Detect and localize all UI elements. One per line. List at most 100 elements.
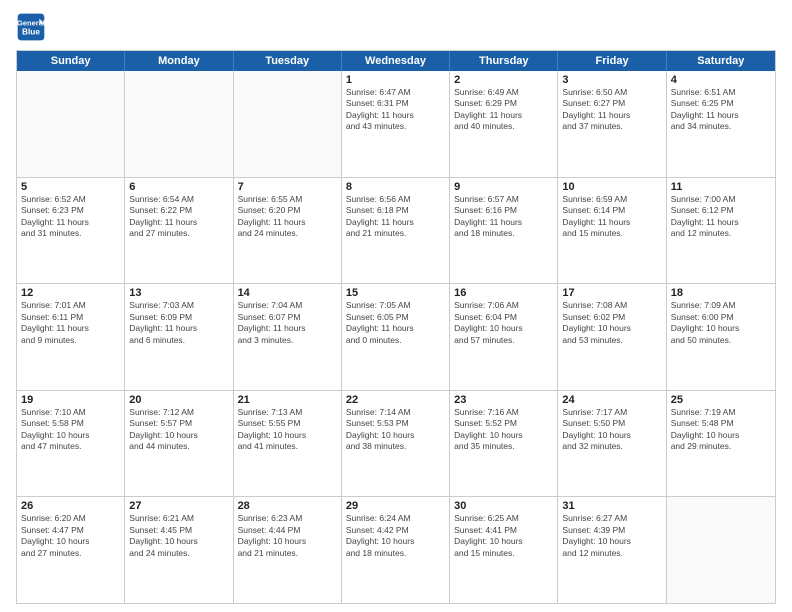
day-header-saturday: Saturday [667, 51, 775, 71]
day-cell: 29Sunrise: 6:24 AM Sunset: 4:42 PM Dayli… [342, 497, 450, 603]
day-cell: 26Sunrise: 6:20 AM Sunset: 4:47 PM Dayli… [17, 497, 125, 603]
day-cell: 15Sunrise: 7:05 AM Sunset: 6:05 PM Dayli… [342, 284, 450, 390]
day-cell: 31Sunrise: 6:27 AM Sunset: 4:39 PM Dayli… [558, 497, 666, 603]
day-info: Sunrise: 6:47 AM Sunset: 6:31 PM Dayligh… [346, 87, 445, 133]
day-info: Sunrise: 7:16 AM Sunset: 5:52 PM Dayligh… [454, 407, 553, 453]
day-info: Sunrise: 6:54 AM Sunset: 6:22 PM Dayligh… [129, 194, 228, 240]
day-cell: 23Sunrise: 7:16 AM Sunset: 5:52 PM Dayli… [450, 391, 558, 497]
day-number: 12 [21, 287, 120, 299]
day-number: 30 [454, 500, 553, 512]
svg-text:Blue: Blue [22, 27, 40, 37]
day-number: 17 [562, 287, 661, 299]
day-info: Sunrise: 6:23 AM Sunset: 4:44 PM Dayligh… [238, 513, 337, 559]
day-info: Sunrise: 7:13 AM Sunset: 5:55 PM Dayligh… [238, 407, 337, 453]
day-number: 13 [129, 287, 228, 299]
day-cell: 10Sunrise: 6:59 AM Sunset: 6:14 PM Dayli… [558, 178, 666, 284]
day-number: 28 [238, 500, 337, 512]
day-info: Sunrise: 7:04 AM Sunset: 6:07 PM Dayligh… [238, 300, 337, 346]
day-info: Sunrise: 7:01 AM Sunset: 6:11 PM Dayligh… [21, 300, 120, 346]
day-cell: 27Sunrise: 6:21 AM Sunset: 4:45 PM Dayli… [125, 497, 233, 603]
day-cell: 3Sunrise: 6:50 AM Sunset: 6:27 PM Daylig… [558, 71, 666, 177]
day-cell [125, 71, 233, 177]
day-number: 23 [454, 394, 553, 406]
day-cell [667, 497, 775, 603]
day-info: Sunrise: 7:06 AM Sunset: 6:04 PM Dayligh… [454, 300, 553, 346]
day-info: Sunrise: 6:51 AM Sunset: 6:25 PM Dayligh… [671, 87, 771, 133]
day-cell: 28Sunrise: 6:23 AM Sunset: 4:44 PM Dayli… [234, 497, 342, 603]
day-number: 9 [454, 181, 553, 193]
day-cell: 12Sunrise: 7:01 AM Sunset: 6:11 PM Dayli… [17, 284, 125, 390]
day-number: 21 [238, 394, 337, 406]
day-info: Sunrise: 6:27 AM Sunset: 4:39 PM Dayligh… [562, 513, 661, 559]
day-number: 19 [21, 394, 120, 406]
day-info: Sunrise: 6:59 AM Sunset: 6:14 PM Dayligh… [562, 194, 661, 240]
day-cell: 11Sunrise: 7:00 AM Sunset: 6:12 PM Dayli… [667, 178, 775, 284]
day-info: Sunrise: 7:00 AM Sunset: 6:12 PM Dayligh… [671, 194, 771, 240]
day-number: 2 [454, 74, 553, 86]
calendar: SundayMondayTuesdayWednesdayThursdayFrid… [16, 50, 776, 604]
day-cell: 4Sunrise: 6:51 AM Sunset: 6:25 PM Daylig… [667, 71, 775, 177]
week-row-1: 1Sunrise: 6:47 AM Sunset: 6:31 PM Daylig… [17, 71, 775, 177]
day-header-wednesday: Wednesday [342, 51, 450, 71]
day-header-tuesday: Tuesday [234, 51, 342, 71]
day-number: 14 [238, 287, 337, 299]
week-row-5: 26Sunrise: 6:20 AM Sunset: 4:47 PM Dayli… [17, 496, 775, 603]
logo-icon: General Blue [16, 12, 46, 42]
day-number: 6 [129, 181, 228, 193]
day-cell: 22Sunrise: 7:14 AM Sunset: 5:53 PM Dayli… [342, 391, 450, 497]
day-header-sunday: Sunday [17, 51, 125, 71]
day-number: 31 [562, 500, 661, 512]
day-cell: 1Sunrise: 6:47 AM Sunset: 6:31 PM Daylig… [342, 71, 450, 177]
day-cell: 18Sunrise: 7:09 AM Sunset: 6:00 PM Dayli… [667, 284, 775, 390]
day-cell: 16Sunrise: 7:06 AM Sunset: 6:04 PM Dayli… [450, 284, 558, 390]
day-header-thursday: Thursday [450, 51, 558, 71]
day-info: Sunrise: 6:50 AM Sunset: 6:27 PM Dayligh… [562, 87, 661, 133]
day-number: 4 [671, 74, 771, 86]
day-number: 18 [671, 287, 771, 299]
day-info: Sunrise: 6:57 AM Sunset: 6:16 PM Dayligh… [454, 194, 553, 240]
day-cell: 19Sunrise: 7:10 AM Sunset: 5:58 PM Dayli… [17, 391, 125, 497]
day-cell: 21Sunrise: 7:13 AM Sunset: 5:55 PM Dayli… [234, 391, 342, 497]
week-row-4: 19Sunrise: 7:10 AM Sunset: 5:58 PM Dayli… [17, 390, 775, 497]
header: General Blue [16, 12, 776, 42]
day-cell: 8Sunrise: 6:56 AM Sunset: 6:18 PM Daylig… [342, 178, 450, 284]
day-header-monday: Monday [125, 51, 233, 71]
day-number: 15 [346, 287, 445, 299]
weeks: 1Sunrise: 6:47 AM Sunset: 6:31 PM Daylig… [17, 71, 775, 603]
day-number: 25 [671, 394, 771, 406]
day-info: Sunrise: 6:52 AM Sunset: 6:23 PM Dayligh… [21, 194, 120, 240]
day-info: Sunrise: 7:12 AM Sunset: 5:57 PM Dayligh… [129, 407, 228, 453]
day-number: 16 [454, 287, 553, 299]
day-info: Sunrise: 6:55 AM Sunset: 6:20 PM Dayligh… [238, 194, 337, 240]
day-info: Sunrise: 6:49 AM Sunset: 6:29 PM Dayligh… [454, 87, 553, 133]
day-headers: SundayMondayTuesdayWednesdayThursdayFrid… [17, 51, 775, 71]
day-cell: 13Sunrise: 7:03 AM Sunset: 6:09 PM Dayli… [125, 284, 233, 390]
day-number: 11 [671, 181, 771, 193]
day-number: 8 [346, 181, 445, 193]
day-cell [234, 71, 342, 177]
day-cell: 5Sunrise: 6:52 AM Sunset: 6:23 PM Daylig… [17, 178, 125, 284]
day-number: 26 [21, 500, 120, 512]
day-cell: 2Sunrise: 6:49 AM Sunset: 6:29 PM Daylig… [450, 71, 558, 177]
day-info: Sunrise: 7:19 AM Sunset: 5:48 PM Dayligh… [671, 407, 771, 453]
day-info: Sunrise: 7:05 AM Sunset: 6:05 PM Dayligh… [346, 300, 445, 346]
day-cell: 25Sunrise: 7:19 AM Sunset: 5:48 PM Dayli… [667, 391, 775, 497]
day-number: 22 [346, 394, 445, 406]
day-number: 24 [562, 394, 661, 406]
day-info: Sunrise: 6:24 AM Sunset: 4:42 PM Dayligh… [346, 513, 445, 559]
day-cell: 7Sunrise: 6:55 AM Sunset: 6:20 PM Daylig… [234, 178, 342, 284]
day-number: 1 [346, 74, 445, 86]
day-info: Sunrise: 7:14 AM Sunset: 5:53 PM Dayligh… [346, 407, 445, 453]
day-cell [17, 71, 125, 177]
day-number: 7 [238, 181, 337, 193]
day-cell: 17Sunrise: 7:08 AM Sunset: 6:02 PM Dayli… [558, 284, 666, 390]
day-info: Sunrise: 6:21 AM Sunset: 4:45 PM Dayligh… [129, 513, 228, 559]
day-info: Sunrise: 6:20 AM Sunset: 4:47 PM Dayligh… [21, 513, 120, 559]
day-header-friday: Friday [558, 51, 666, 71]
day-info: Sunrise: 7:08 AM Sunset: 6:02 PM Dayligh… [562, 300, 661, 346]
day-cell: 6Sunrise: 6:54 AM Sunset: 6:22 PM Daylig… [125, 178, 233, 284]
day-number: 3 [562, 74, 661, 86]
day-info: Sunrise: 6:25 AM Sunset: 4:41 PM Dayligh… [454, 513, 553, 559]
day-cell: 20Sunrise: 7:12 AM Sunset: 5:57 PM Dayli… [125, 391, 233, 497]
day-cell: 14Sunrise: 7:04 AM Sunset: 6:07 PM Dayli… [234, 284, 342, 390]
